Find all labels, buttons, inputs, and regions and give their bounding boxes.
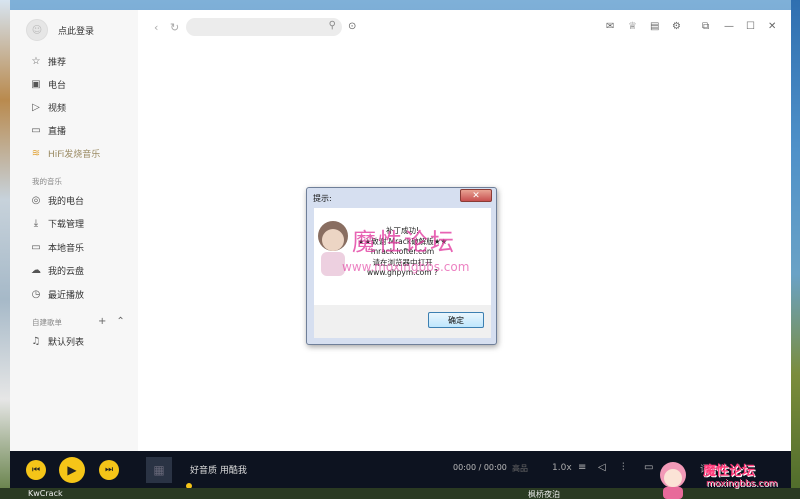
dialog-close-button[interactable]: ✕	[460, 189, 492, 202]
star-icon: ☆	[31, 55, 41, 67]
monitor-icon: ▭	[31, 241, 41, 253]
play-button[interactable]: ▶	[59, 457, 85, 483]
corner-mascot	[660, 462, 686, 499]
play-mode-icon[interactable]: ≡	[578, 462, 586, 473]
back-icon[interactable]: ‹	[154, 21, 158, 34]
top-bar: ‹ ↻ ⚲ ⊙ ✉ ♕ ▤ ⚙ ⧉ — ☐ ✕	[138, 10, 791, 46]
avatar[interactable]: ☺	[26, 19, 48, 41]
sidebar-item-label: HiFi发烧音乐	[48, 149, 101, 160]
album-cover[interactable]: ▦	[146, 457, 172, 483]
store-icon[interactable]: ▤	[650, 21, 659, 32]
sidebar-item-recent[interactable]: ◷ 最近播放	[30, 285, 84, 303]
close-icon[interactable]: ✕	[768, 21, 776, 32]
mini-mode-icon[interactable]: ⧉	[702, 21, 709, 32]
skin-icon[interactable]: ♕	[628, 21, 637, 32]
my-music-section-title: 我的音乐	[32, 177, 62, 186]
song-title: 好音质 用酷我	[190, 466, 247, 476]
add-playlist-icon[interactable]: +	[98, 316, 106, 327]
maximize-icon[interactable]: ☐	[746, 21, 755, 32]
sidebar-item-my-radio[interactable]: ◎ 我的电台	[30, 191, 84, 209]
sidebar-item-downloads[interactable]: ⤓ 下载管理	[30, 214, 84, 232]
previous-icon: ⏮	[31, 465, 41, 475]
sidebar-item-cloud[interactable]: ☁ 我的云盘	[30, 261, 84, 279]
sidebar-item-label: 本地音乐	[48, 243, 85, 254]
sidebar-item-label: 电台	[48, 80, 67, 91]
playlist-tools: + ⌃	[98, 316, 125, 327]
settings-icon[interactable]: ⚙	[672, 21, 681, 32]
history-icon[interactable]: ⊙	[348, 21, 356, 32]
video-icon: ▷	[32, 101, 40, 113]
sidebar-item-label: 最近播放	[48, 290, 85, 301]
clock-icon: ◷	[31, 288, 41, 300]
dialog-title: 提示:	[313, 194, 332, 203]
sidebar-item-label: 默认列表	[48, 337, 85, 348]
desktop-strip-left	[0, 0, 10, 499]
sidebar: ☺ 点此登录 ☆ 推荐 ▣ 电台 ▷ 视频 ▭ 直播 ≋ HiFi发烧音乐 我的…	[10, 10, 138, 451]
search-input[interactable]: ⚲	[186, 18, 342, 36]
sidebar-item-local-music[interactable]: ▭ 本地音乐	[30, 238, 84, 256]
login-link[interactable]: 点此登录	[58, 24, 94, 37]
play-time: 00:00 / 00:00	[453, 463, 507, 472]
sidebar-item-default-playlist[interactable]: ♫ 默认列表	[30, 332, 85, 350]
radio-icon: ▣	[31, 78, 41, 90]
playlists-section-title: 自建歌单	[32, 318, 62, 327]
speed-button[interactable]: 1.0x	[552, 463, 572, 473]
taskbar-item-song[interactable]: 枫桥夜泊	[528, 489, 560, 499]
chevron-up-icon[interactable]: ⌃	[116, 316, 124, 327]
playlist-icon: ♫	[31, 335, 41, 347]
minimize-icon[interactable]: —	[724, 21, 734, 32]
music-box-icon: ▦	[153, 463, 165, 477]
sidebar-item-video[interactable]: ▷ 视频	[30, 98, 66, 116]
hifi-wave-icon: ≋	[31, 147, 41, 159]
previous-button[interactable]: ⏮	[26, 460, 46, 480]
download-icon: ⤓	[33, 217, 39, 229]
sidebar-item-hifi[interactable]: ≋ HiFi发烧音乐	[30, 144, 101, 162]
mail-icon[interactable]: ✉	[606, 21, 614, 32]
dialog-ok-button[interactable]: 确定	[428, 312, 484, 328]
broadcast-icon: ◎	[31, 194, 41, 206]
sidebar-item-label: 直播	[48, 126, 67, 137]
camera-icon: ▭	[31, 124, 41, 136]
dialog-footer: 确定	[314, 305, 491, 338]
sidebar-item-label: 我的电台	[48, 196, 85, 207]
desktop-strip-right	[791, 0, 800, 499]
sidebar-item-label: 下载管理	[48, 219, 85, 230]
next-icon: ⏭	[104, 465, 114, 475]
sidebar-item-label: 视频	[48, 103, 67, 114]
sidebar-item-radio[interactable]: ▣ 电台	[30, 75, 66, 93]
sidebar-item-label: 推荐	[48, 57, 67, 68]
cloud-icon: ☁	[31, 264, 41, 276]
volume-icon[interactable]: ◁	[598, 462, 606, 473]
equalizer-icon[interactable]: ⫶	[622, 462, 625, 473]
corner-watermark-brand: 魔性论坛	[703, 464, 756, 479]
next-button[interactable]: ⏭	[99, 460, 119, 480]
user-login-row[interactable]: ☺ 点此登录	[26, 18, 94, 42]
taskbar-item-kwcrack[interactable]: KwCrack	[28, 489, 63, 498]
quality-select[interactable]: 高品	[512, 463, 528, 474]
sidebar-item-live[interactable]: ▭ 直播	[30, 121, 66, 139]
close-icon: ✕	[472, 190, 480, 201]
hifi-icon[interactable]: ▭	[644, 462, 653, 473]
corner-watermark-url: moxingbbs.com	[706, 479, 778, 489]
refresh-icon[interactable]: ↻	[170, 21, 179, 34]
watermark-title: 魔性论坛	[352, 228, 456, 256]
watermark-url: www.moxingbbs.com	[342, 260, 470, 274]
sidebar-item-label: 我的云盘	[48, 266, 85, 277]
search-icon[interactable]: ⚲	[329, 20, 336, 31]
sidebar-item-recommend[interactable]: ☆ 推荐	[30, 52, 67, 70]
play-icon: ▶	[67, 463, 77, 477]
